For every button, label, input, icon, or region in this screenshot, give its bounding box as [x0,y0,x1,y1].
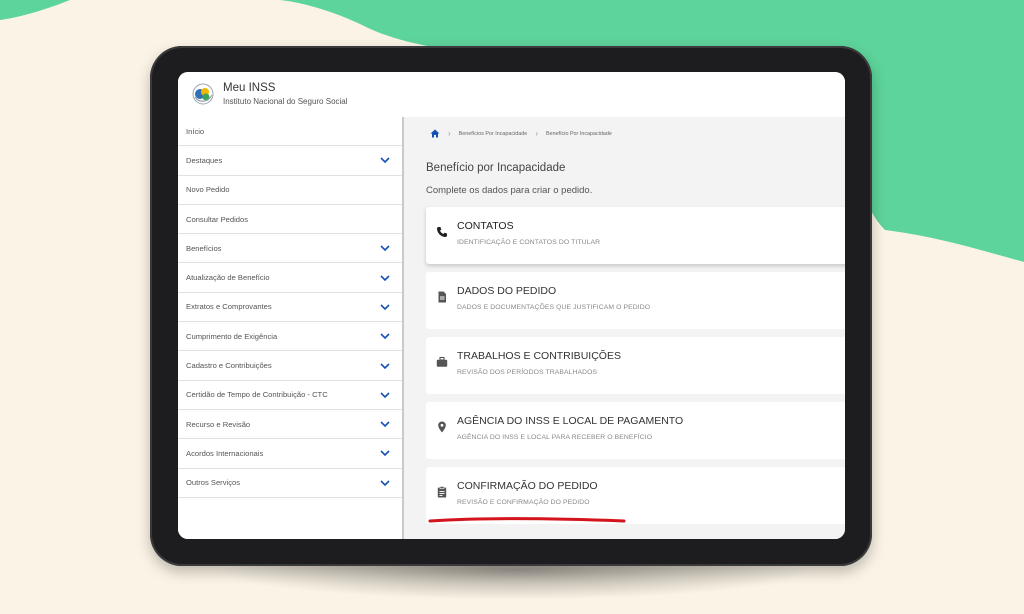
step-subtitle: AGÊNCIA DO INSS E LOCAL PARA RECEBER O B… [457,434,653,441]
sidebar-item-recurso-revisao[interactable]: Recurso e Revisão [178,410,402,440]
step-subtitle: IDENTIFICAÇÃO E CONTATOS DO TITULAR [457,239,601,246]
sidebar-item-label: Destaques [186,155,223,165]
chevron-down-icon [380,157,390,164]
phone-icon [437,227,447,237]
inss-logo-icon [192,83,214,105]
sidebar-item-cadastro-contribuicoes[interactable]: Cadastro e Contribuições [178,351,402,381]
clipboard-icon [437,486,447,498]
sidebar-item-inicio[interactable]: Início [178,117,402,147]
step-title: TRABALHOS E CONTRIBUIÇÕES [457,350,621,362]
main-content: › Benefícios Por Incapacidade › Benefíci… [404,117,845,539]
breadcrumb-item[interactable]: Benefícios Por Incapacidade [459,131,528,137]
sidebar-item-novo-pedido[interactable]: Novo Pedido [178,176,402,205]
location-pin-icon [438,421,446,433]
sidebar-item-beneficios[interactable]: Benefícios [178,234,402,264]
step-card-contatos[interactable]: CONTATOS IDENTIFICAÇÃO E CONTATOS DO TIT… [426,207,845,264]
chevron-down-icon [380,450,390,457]
sidebar-item-label: Cadastro e Contribuições [186,361,272,371]
sidebar-item-label: Benefícios [186,243,222,253]
sidebar-item-label: Atualização de Benefício [186,273,270,283]
step-card-dados-pedido[interactable]: DADOS DO PEDIDO DADOS E DOCUMENTAÇÕES QU… [426,272,845,329]
sidebar-item-label: Início [186,126,205,136]
annotation-underline [428,517,626,523]
step-subtitle: REVISÃO DOS PERÍODOS TRABALHADOS [457,369,598,376]
document-icon [438,291,446,303]
step-card-agencia-pagamento[interactable]: AGÊNCIA DO INSS E LOCAL DE PAGAMENTO AGÊ… [426,402,845,459]
sidebar-item-acordos-internacionais[interactable]: Acordos Internacionais [178,439,402,469]
sidebar-item-label: Acordos Internacionais [186,448,264,458]
sidebar-item-cumprimento-exigencia[interactable]: Cumprimento de Exigência [178,322,402,352]
chevron-down-icon [380,245,390,252]
sidebar-item-consultar-pedidos[interactable]: Consultar Pedidos [178,205,402,235]
wave-shape [0,0,70,20]
step-subtitle: REVISÃO E CONFIRMAÇÃO DO PEDIDO [457,499,590,506]
page-title: Benefício por Incapacidade [426,162,566,174]
step-card-trabalhos-contribuicoes[interactable]: TRABALHOS E CONTRIBUIÇÕES REVISÃO DOS PE… [426,337,845,394]
sidebar-item-label: Consultar Pedidos [186,214,249,224]
chevron-down-icon [380,480,390,486]
sidebar-item-outros-servicos[interactable]: Outros Serviços [178,469,402,498]
sidebar-menu: Início Destaques Novo Pedido Consultar P… [178,117,404,539]
chevron-down-icon [380,421,390,428]
sidebar-item-extratos-comprovantes[interactable]: Extratos e Comprovantes [178,293,402,323]
chevron-right-icon: › [448,129,451,138]
chevron-down-icon [380,392,390,398]
sidebar-item-label: Recurso e Revisão [186,419,251,429]
sidebar-item-atualizacao-beneficio[interactable]: Atualização de Benefício [178,263,402,293]
page-subtitle: Complete os dados para criar o pedido. [426,185,593,196]
chevron-right-icon: › [535,129,538,138]
sidebar-item-ctc[interactable]: Certidão de Tempo de Contribuição - CTC [178,381,402,410]
app-title: Meu INSS [223,82,276,94]
chevron-down-icon [380,304,390,311]
breadcrumb: › Benefícios Por Incapacidade › Benefíci… [430,129,612,138]
tablet-device: Meu INSS Instituto Nacional do Seguro So… [150,46,872,566]
step-title: CONTATOS [457,220,514,232]
step-title: DADOS DO PEDIDO [457,285,557,297]
step-subtitle: DADOS E DOCUMENTAÇÕES QUE JUSTIFICAM O P… [457,304,651,311]
breadcrumb-item: Benefício Por Incapacidade [545,130,612,137]
sidebar-item-destaques[interactable]: Destaques [178,146,402,176]
sidebar-item-label: Novo Pedido [186,185,230,195]
home-icon[interactable] [430,129,440,138]
app-header: Meu INSS Instituto Nacional do Seguro So… [178,72,845,118]
sidebar-item-label: Certidão de Tempo de Contribuição - CTC [186,390,328,400]
app-subtitle: Instituto Nacional do Seguro Social [223,97,348,106]
briefcase-icon [436,356,448,367]
sidebar-item-label: Outros Serviços [186,478,241,488]
step-title: CONFIRMAÇÃO DO PEDIDO [457,480,598,492]
chevron-down-icon [380,362,390,369]
app-screen: Meu INSS Instituto Nacional do Seguro So… [178,72,845,539]
chevron-down-icon [380,275,390,281]
step-title: AGÊNCIA DO INSS E LOCAL DE PAGAMENTO [457,415,684,427]
sidebar-item-label: Extratos e Comprovantes [186,302,272,312]
chevron-down-icon [380,333,390,340]
sidebar-item-label: Cumprimento de Exigência [186,331,278,341]
